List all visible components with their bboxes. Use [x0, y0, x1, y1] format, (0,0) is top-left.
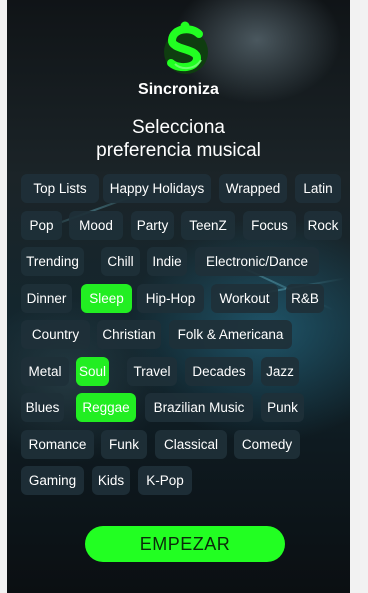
- genre-tag-electronic-dance[interactable]: Electronic/Dance: [195, 247, 319, 276]
- genre-tag-punk[interactable]: Punk: [261, 393, 304, 422]
- genre-tag-indie[interactable]: Indie: [147, 247, 187, 276]
- genre-tag-brazilian-music[interactable]: Brazilian Music: [145, 393, 253, 422]
- genre-tag-rock[interactable]: Rock: [304, 211, 342, 240]
- genre-tag-travel[interactable]: Travel: [127, 357, 177, 386]
- sincroniza-logo-icon: [164, 21, 208, 74]
- genre-tag-decades[interactable]: Decades: [185, 357, 253, 386]
- genre-tag-soul[interactable]: Soul: [76, 357, 109, 386]
- genre-tag-sleep[interactable]: Sleep: [81, 284, 132, 313]
- genre-tag-workout[interactable]: Workout: [211, 284, 278, 313]
- app-screen: Sincroniza Selecciona preferencia musica…: [7, 0, 350, 593]
- genre-tag-trending[interactable]: Trending: [21, 247, 84, 276]
- genre-tag-country[interactable]: Country: [21, 320, 90, 349]
- genre-tag-classical[interactable]: Classical: [155, 430, 227, 459]
- genre-tag-hip-hop[interactable]: Hip-Hop: [137, 284, 204, 313]
- genre-tag-metal[interactable]: Metal: [21, 357, 69, 386]
- page-title: Selecciona preferencia musical: [7, 116, 350, 162]
- genre-tag-top-lists[interactable]: Top Lists: [21, 174, 99, 203]
- genre-tag-wrapped[interactable]: Wrapped: [219, 174, 287, 203]
- app-name: Sincroniza: [138, 81, 219, 98]
- genre-tag-kids[interactable]: Kids: [92, 466, 130, 495]
- page-title-line-2: preferencia musical: [96, 140, 261, 161]
- genre-tag-pop[interactable]: Pop: [21, 211, 62, 240]
- genre-tag-romance[interactable]: Romance: [21, 430, 94, 459]
- genre-tag-r-b[interactable]: R&B: [286, 284, 324, 313]
- genre-tag-folk-americana[interactable]: Folk & Americana: [169, 320, 292, 349]
- genre-tag-dinner[interactable]: Dinner: [21, 284, 72, 313]
- genre-tag-funk[interactable]: Funk: [101, 430, 147, 459]
- page-title-line-1: Selecciona: [132, 117, 225, 138]
- genre-tag-latin[interactable]: Latin: [295, 174, 341, 203]
- genre-tag-chill[interactable]: Chill: [101, 247, 140, 276]
- genre-tag-teenz[interactable]: TeenZ: [181, 211, 235, 240]
- genre-tag-gaming[interactable]: Gaming: [21, 466, 84, 495]
- genre-tag-party[interactable]: Party: [131, 211, 174, 240]
- genre-tag-comedy[interactable]: Comedy: [234, 430, 300, 459]
- genre-tag-jazz[interactable]: Jazz: [261, 357, 299, 386]
- genre-tag-happy-holidays[interactable]: Happy Holidays: [103, 174, 211, 203]
- genre-tag-mood[interactable]: Mood: [69, 211, 123, 240]
- genre-tag-blues[interactable]: Blues: [21, 393, 64, 422]
- genre-tag-focus[interactable]: Focus: [243, 211, 296, 240]
- genre-tag-k-pop[interactable]: K-Pop: [138, 466, 192, 495]
- start-button[interactable]: EMPEZAR: [85, 526, 285, 562]
- genre-tag-reggae[interactable]: Reggae: [76, 393, 136, 422]
- genre-tag-christian[interactable]: Christian: [97, 320, 161, 349]
